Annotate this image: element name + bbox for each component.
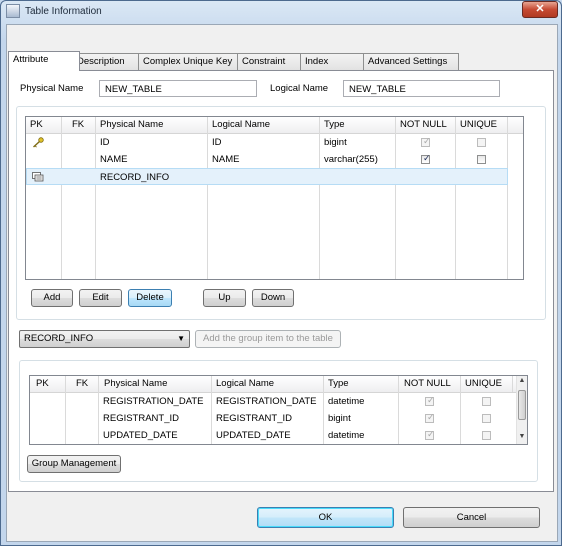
col-unique[interactable]: UNIQUE (456, 117, 508, 133)
group-select-value: RECORD_INFO (24, 333, 94, 344)
unique-checkbox (482, 431, 491, 440)
tab-constraint[interactable]: Constraint (237, 53, 307, 70)
group-table-header: PK FK Physical Name Logical Name Type NO… (30, 376, 517, 393)
tab-complex-unique-key[interactable]: Complex Unique Key (138, 53, 246, 70)
table-row[interactable]: REGISTRANT_ID REGISTRANT_ID bigint ✓ (30, 410, 517, 427)
group-icon (32, 172, 44, 182)
col-not-null[interactable]: NOT NULL (399, 376, 461, 392)
logical-name-label: Logical Name (270, 83, 329, 94)
col-type[interactable]: Type (320, 117, 396, 133)
table-row-selected[interactable]: RECORD_INFO (26, 168, 508, 185)
not-null-checkbox[interactable]: ✓ (421, 153, 431, 164)
not-null-checkbox: ✓ (425, 429, 435, 440)
not-null-checkbox: ✓ (425, 395, 435, 406)
scroll-up-icon[interactable]: ▲ (517, 377, 527, 384)
unique-checkbox (482, 397, 491, 406)
type-cell: bigint (328, 413, 351, 424)
edit-button[interactable]: Edit (79, 289, 122, 307)
group-select[interactable]: RECORD_INFO ▼ (19, 330, 190, 348)
scrollbar-thumb[interactable] (518, 390, 526, 420)
vertical-scrollbar[interactable]: ▲ ▼ (516, 376, 527, 444)
col-fk[interactable]: FK (62, 117, 96, 133)
type-cell: bigint (324, 137, 347, 148)
not-null-checkbox: ✓ (425, 412, 435, 423)
col-pk[interactable]: PK (26, 117, 62, 133)
type-cell: datetime (328, 430, 365, 441)
close-button[interactable]: ✕ (522, 1, 558, 18)
col-fk[interactable]: FK (66, 376, 99, 392)
physical-name-input[interactable]: NEW_TABLE (99, 80, 257, 97)
title-bar: Table Information (6, 2, 102, 20)
cancel-button[interactable]: Cancel (403, 507, 540, 528)
down-button[interactable]: Down (252, 289, 294, 307)
up-button[interactable]: Up (203, 289, 246, 307)
col-pk[interactable]: PK (30, 376, 66, 392)
group-management-button[interactable]: Group Management (27, 455, 121, 473)
physical-name-cell: UPDATED_DATE (103, 430, 178, 441)
logical-name-cell: ID (212, 137, 222, 148)
col-not-null[interactable]: NOT NULL (396, 117, 456, 133)
window-title: Table Information (25, 5, 102, 17)
logical-name-cell: UPDATED_DATE (216, 430, 291, 441)
primary-key-icon (33, 137, 44, 148)
col-physical-name[interactable]: Physical Name (99, 376, 212, 392)
type-cell: datetime (328, 396, 365, 407)
delete-button[interactable]: Delete (128, 289, 172, 307)
type-cell: varchar(255) (324, 154, 378, 165)
attribute-table-header: PK FK Physical Name Logical Name Type NO… (26, 117, 523, 134)
table-row[interactable]: ID ID bigint ✓ (26, 134, 523, 151)
col-logical-name[interactable]: Logical Name (212, 376, 324, 392)
unique-checkbox (477, 138, 486, 147)
tab-index[interactable]: Index (300, 53, 372, 70)
logical-name-cell: REGISTRATION_DATE (216, 396, 317, 407)
logical-name-cell: REGISTRANT_ID (216, 413, 293, 424)
col-unique[interactable]: UNIQUE (461, 376, 513, 392)
scroll-down-icon[interactable]: ▼ (517, 433, 527, 440)
physical-name-cell: REGISTRATION_DATE (103, 396, 204, 407)
table-row[interactable]: NAME NAME varchar(255) ✓ (26, 151, 523, 168)
attribute-table[interactable]: PK FK Physical Name Logical Name Type NO… (25, 116, 524, 280)
logical-name-input[interactable]: NEW_TABLE (343, 80, 500, 97)
col-logical-name[interactable]: Logical Name (208, 117, 320, 133)
tab-description[interactable]: Description (72, 53, 141, 70)
physical-name-label: Physical Name (20, 83, 84, 94)
unique-checkbox (482, 414, 491, 423)
unique-checkbox[interactable] (477, 155, 486, 164)
app-icon (6, 4, 20, 18)
physical-name-cell: ID (100, 137, 110, 148)
physical-name-cell: REGISTRANT_ID (103, 413, 180, 424)
add-group-item-button[interactable]: Add the group item to the table (195, 330, 341, 348)
ok-button[interactable]: OK (257, 507, 394, 528)
logical-name-cell: NAME (212, 154, 240, 165)
not-null-checkbox: ✓ (421, 136, 431, 147)
tab-attribute[interactable]: Attribute (8, 51, 80, 71)
physical-name-cell: NAME (100, 154, 128, 165)
table-row[interactable]: UPDATED_DATE UPDATED_DATE datetime ✓ (30, 427, 517, 444)
table-row[interactable]: REGISTRATION_DATE REGISTRATION_DATE date… (30, 393, 517, 410)
physical-name-cell: RECORD_INFO (100, 172, 170, 183)
col-type[interactable]: Type (324, 376, 399, 392)
add-button[interactable]: Add (31, 289, 73, 307)
chevron-down-icon: ▼ (177, 334, 185, 343)
group-items-table[interactable]: PK FK Physical Name Logical Name Type NO… (29, 375, 528, 445)
tab-advanced-settings[interactable]: Advanced Settings (363, 53, 459, 70)
col-physical-name[interactable]: Physical Name (96, 117, 208, 133)
